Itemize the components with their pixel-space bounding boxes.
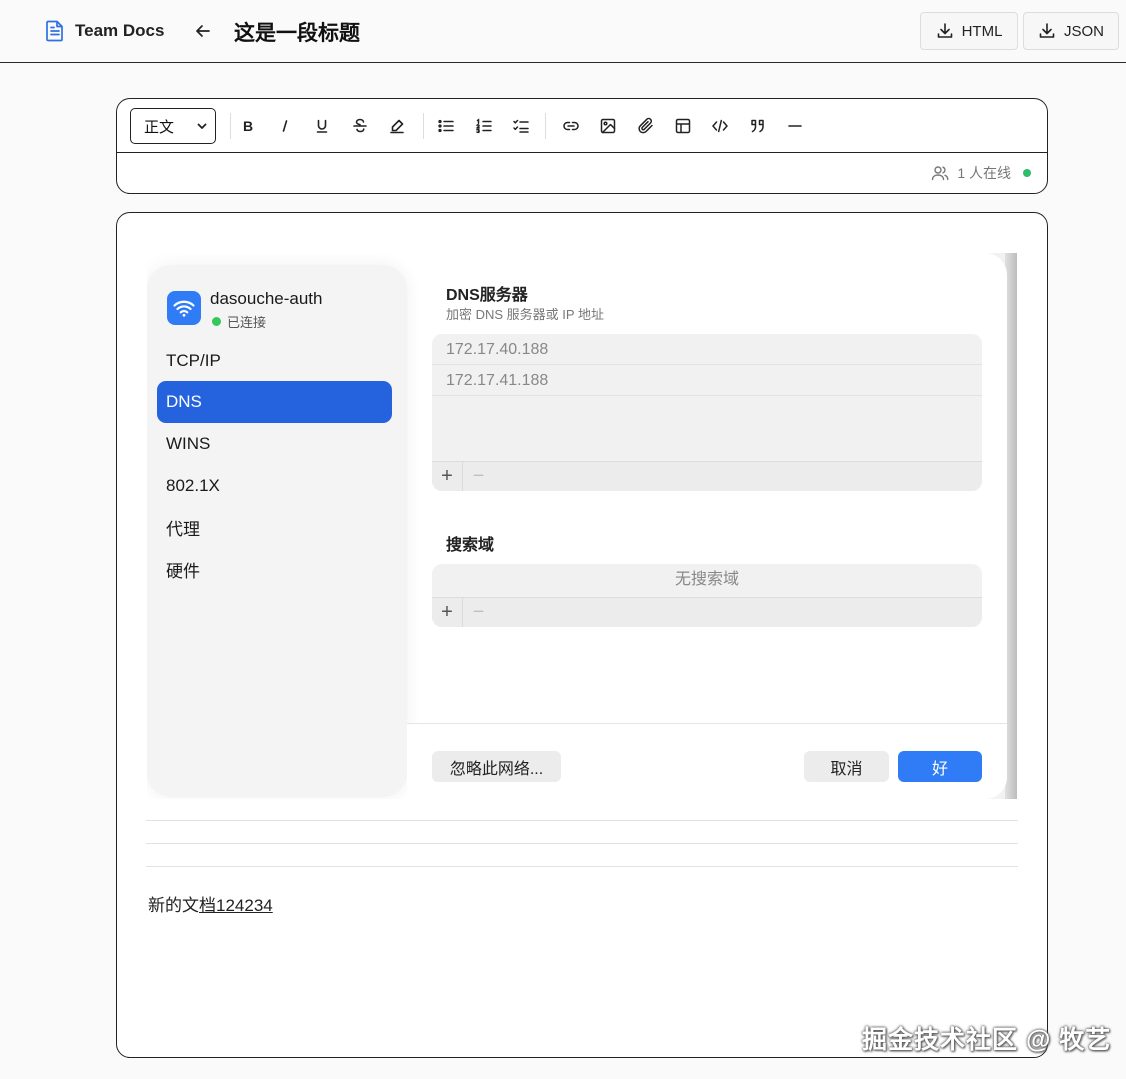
sidebar-item-hardware[interactable]: 硬件 [157, 548, 392, 590]
page-title[interactable]: 这是一段标题 [234, 17, 360, 47]
connection-status: 已连接 [212, 312, 266, 331]
export-json-button[interactable]: JSON [1023, 12, 1119, 50]
ordered-list-icon [476, 118, 492, 134]
document-icon [46, 20, 63, 42]
remove-search-domain-button[interactable]: − [463, 598, 494, 628]
task-list-icon [513, 119, 529, 133]
strikethrough-icon [353, 118, 367, 133]
paragraph-style-select[interactable]: 正文 [130, 108, 216, 144]
back-arrow-icon[interactable] [193, 21, 213, 41]
highlight-button[interactable] [384, 113, 410, 139]
svg-text:B: B [243, 118, 253, 134]
dialog-footer: 忽略此网络... 取消 好 [407, 723, 1007, 799]
highlighter-icon [390, 119, 404, 134]
cancel-button[interactable]: 取消 [804, 751, 889, 782]
bold-icon: B [243, 118, 253, 134]
download-icon [1039, 23, 1055, 38]
watermark: 掘金技术社区 @ 牧艺 [862, 1026, 1112, 1054]
users-icon [932, 166, 949, 181]
table-button[interactable] [670, 113, 696, 139]
dns-servers-subtitle: 加密 DNS 服务器或 IP 地址 [446, 307, 604, 322]
ignore-network-button[interactable]: 忽略此网络... [432, 751, 561, 782]
italic-icon [282, 120, 288, 132]
image-icon [600, 118, 616, 134]
strikethrough-button[interactable] [347, 113, 373, 139]
task-list-button[interactable] [508, 113, 534, 139]
code-button[interactable] [707, 113, 733, 139]
network-sidebar: dasouche-auth 已连接 TCP/IP DNS WINS 802.1X… [147, 265, 407, 797]
dns-server-row[interactable]: 172.17.40.188 [432, 334, 982, 365]
link-icon [563, 121, 579, 131]
code-icon [712, 119, 728, 133]
download-icon [937, 23, 952, 38]
network-name: dasouche-auth [210, 289, 323, 308]
dns-list-controls: + − [432, 461, 982, 491]
italic-button[interactable] [272, 113, 298, 139]
search-domain-controls: + − [432, 597, 982, 627]
horizontal-rule [146, 843, 1018, 844]
sidebar-item-tcpip[interactable]: TCP/IP [157, 340, 392, 382]
wifi-icon [173, 300, 195, 317]
embedded-screenshot: dasouche-auth 已连接 TCP/IP DNS WINS 802.1X… [147, 253, 1017, 799]
quote-icon [751, 119, 764, 133]
online-status-dot [1023, 169, 1031, 177]
top-bar: Team Docs 这是一段标题 HTML JSON [0, 0, 1126, 63]
search-domain-empty: 无搜索域 [674, 571, 739, 588]
search-domain-list[interactable]: 无搜索域 + − [432, 564, 982, 627]
dns-pane: DNS服务器 加密 DNS 服务器或 IP 地址 172.17.40.188 1… [407, 253, 1007, 723]
bullet-list-icon [438, 119, 454, 133]
sidebar-item-wins[interactable]: WINS [157, 423, 392, 465]
underline-icon [316, 119, 328, 133]
bold-button[interactable]: B [235, 113, 261, 139]
network-settings-dialog: dasouche-auth 已连接 TCP/IP DNS WINS 802.1X… [147, 253, 1007, 799]
dns-server-list[interactable]: 172.17.40.188 172.17.41.188 + − [432, 334, 982, 491]
horizontal-rule-icon [788, 125, 802, 127]
sidebar-item-8021x[interactable]: 802.1X [157, 465, 392, 507]
dns-server-row[interactable]: 172.17.41.188 [432, 365, 982, 396]
horizontal-rule-button[interactable] [782, 113, 808, 139]
add-search-domain-button[interactable]: + [432, 597, 463, 627]
underline-button[interactable] [309, 113, 335, 139]
wifi-badge [167, 291, 201, 325]
horizontal-rule [146, 866, 1018, 867]
add-dns-button[interactable]: + [432, 461, 463, 491]
sidebar-item-proxy[interactable]: 代理 [157, 506, 392, 548]
connection-status-label: 已连接 [227, 315, 267, 330]
app-name: Team Docs [75, 21, 165, 40]
toolbar-divider [230, 113, 231, 139]
toolbar-divider [423, 113, 424, 139]
table-icon [675, 118, 691, 134]
document-paragraph[interactable]: 新的文档124234 [148, 891, 273, 916]
editor-content[interactable]: dasouche-auth 已连接 TCP/IP DNS WINS 802.1X… [116, 212, 1048, 1058]
sidebar-item-dns[interactable]: DNS [157, 381, 392, 423]
paragraph-style-value: 正文 [144, 118, 175, 136]
dns-servers-title: DNS服务器 [446, 287, 528, 304]
link-button[interactable] [558, 113, 584, 139]
toolbar-divider [545, 113, 546, 139]
online-count: 1 人在线 [957, 165, 1011, 181]
quote-button[interactable] [745, 113, 771, 139]
remove-dns-button[interactable]: − [463, 462, 494, 492]
search-domains-title: 搜索域 [446, 537, 495, 554]
paperclip-icon [638, 117, 653, 134]
bullet-list-button[interactable] [433, 113, 459, 139]
export-html-button[interactable]: HTML [920, 12, 1018, 50]
chevron-down-icon [197, 123, 207, 129]
paragraph-text: 新的文 [148, 896, 199, 915]
online-indicator: 1 人在线 [931, 163, 1031, 183]
horizontal-rule [146, 820, 1018, 821]
paragraph-underlined-text: 档124234 [199, 896, 273, 915]
image-button[interactable] [595, 113, 621, 139]
ok-button[interactable]: 好 [898, 751, 982, 782]
ordered-list-button[interactable] [471, 113, 497, 139]
export-json-label: JSON [1063, 22, 1104, 40]
editor-toolbar: 正文 B 1 人在线 [116, 98, 1048, 194]
toolbar-row: 正文 B [117, 99, 1047, 153]
brand[interactable]: Team Docs [45, 20, 164, 42]
export-html-label: HTML [961, 22, 1003, 40]
attachment-button[interactable] [633, 113, 659, 139]
connected-dot [212, 317, 221, 326]
